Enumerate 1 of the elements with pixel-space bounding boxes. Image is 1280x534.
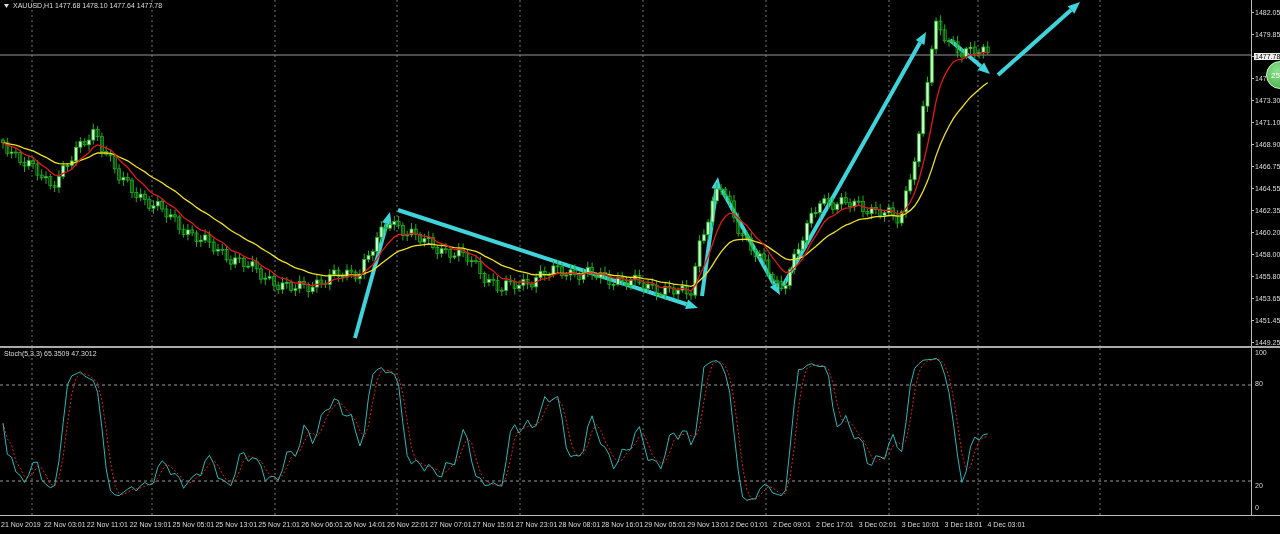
count-badge: 25 bbox=[1266, 61, 1280, 89]
